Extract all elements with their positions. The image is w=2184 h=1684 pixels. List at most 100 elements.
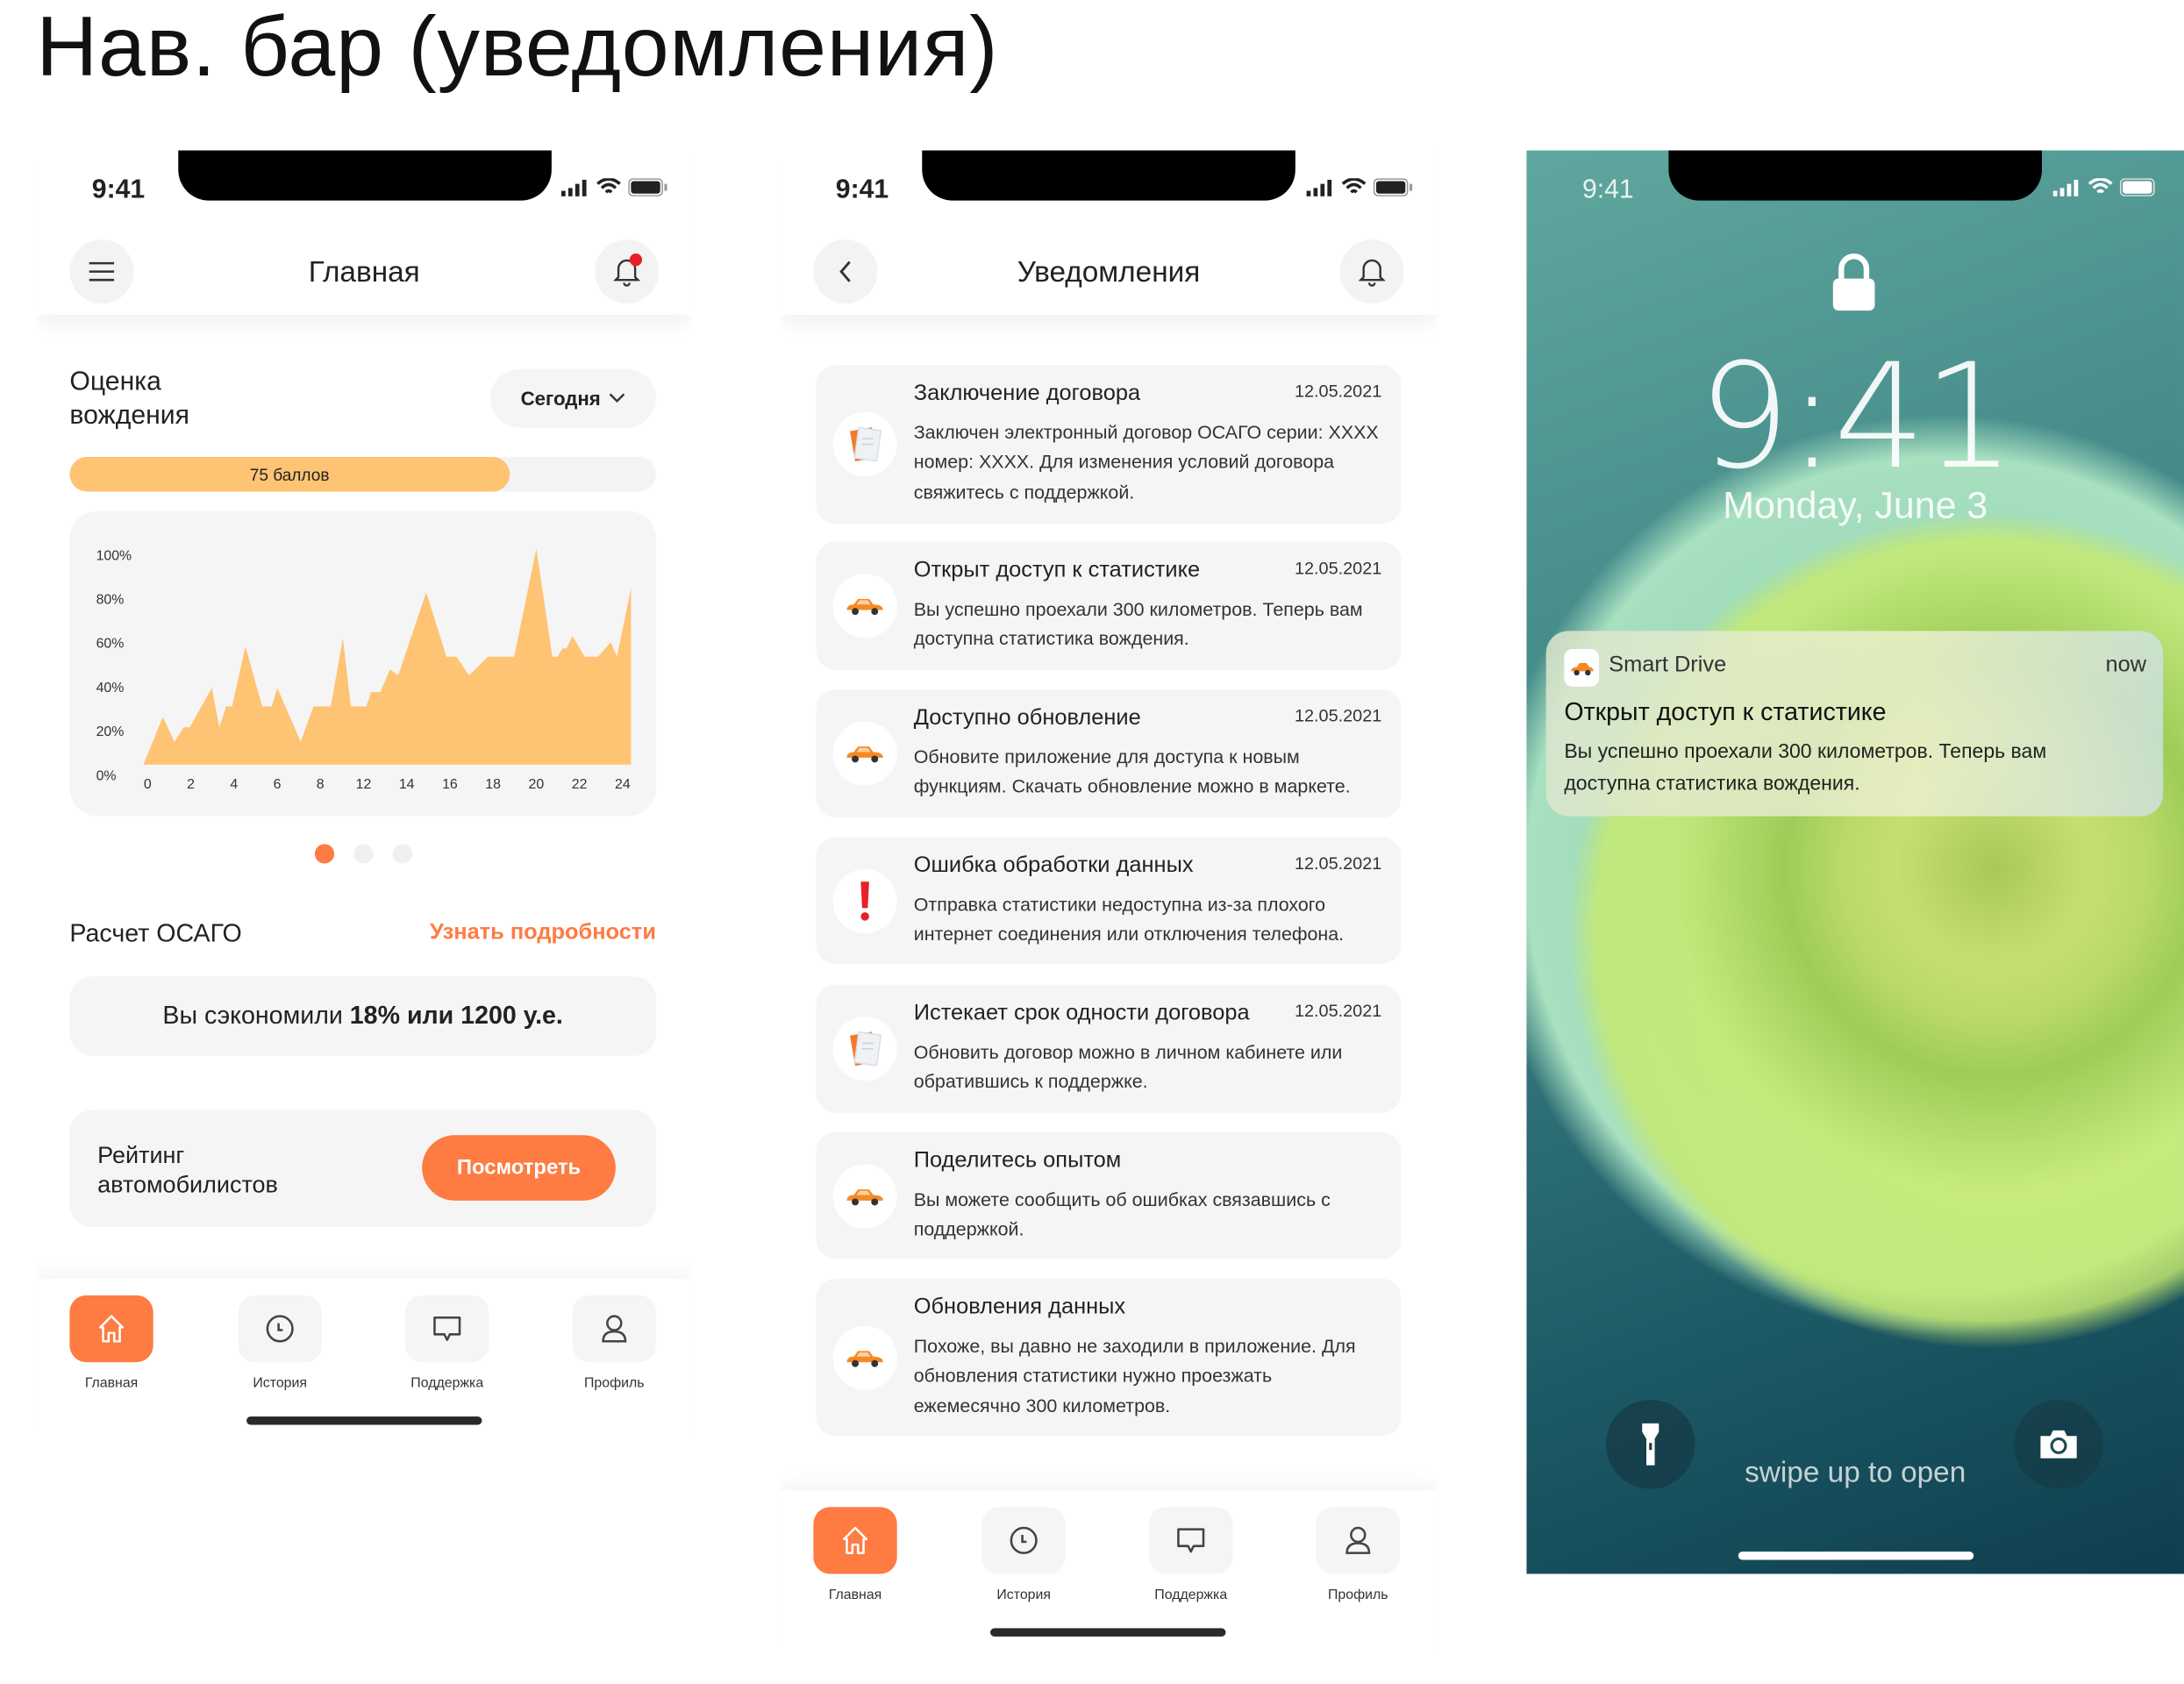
x-tick-label: 8: [317, 777, 325, 792]
score-progress: 75 баллов: [69, 456, 656, 492]
notification-item[interactable]: Заключение договора 12.05.2021 Заключен …: [816, 365, 1402, 524]
bottom-nav: Главная История Поддержка Профиль: [780, 1490, 1438, 1651]
notification-item[interactable]: Открыт доступ к статистике 12.05.2021 Вы…: [816, 541, 1402, 670]
notification-title: Доступно обновление: [913, 706, 1141, 731]
wifi-icon: [596, 178, 621, 194]
app-name: Smart Drive: [1609, 653, 1727, 677]
home-screen: 9:41 Главная Оценка вождения Сегодня 75 …: [36, 150, 693, 1442]
tab-home[interactable]: Главная: [813, 1507, 897, 1603]
clock-icon: [266, 1315, 294, 1343]
y-tick-label: 100%: [96, 548, 132, 563]
tab-tile: [405, 1295, 489, 1363]
car-icon: [846, 1188, 883, 1205]
tab-tile: [238, 1295, 322, 1363]
notification-icon: [832, 1017, 897, 1081]
notification-icon: [832, 721, 897, 786]
y-tick-label: 40%: [96, 681, 125, 696]
tab-user[interactable]: Профиль: [572, 1295, 656, 1391]
tab-clock[interactable]: История: [238, 1295, 322, 1391]
header: 9:41 Уведомления: [780, 150, 1438, 315]
osago-details-link[interactable]: Узнать подробности: [430, 921, 656, 946]
x-tick-label: 16: [442, 777, 458, 792]
notification-title: Заключение договора: [913, 382, 1141, 406]
home-indicator[interactable]: [1738, 1552, 1974, 1560]
lock-date: Monday, June 3: [1723, 484, 1988, 527]
x-tick-label: 14: [399, 777, 415, 792]
camera-icon: [2040, 1430, 2077, 1459]
home-indicator[interactable]: [246, 1416, 482, 1425]
savings-value: 18% или 1200 у.е.: [349, 1001, 563, 1030]
carousel-dot[interactable]: [353, 844, 374, 864]
push-notification[interactable]: Smart Drive now Открыт доступ к статисти…: [1545, 631, 2164, 817]
notification-body: Вы успешно проехали 300 километров. Тепе…: [913, 598, 1363, 650]
notification-date: 12.05.2021: [1294, 853, 1382, 874]
document-icon: [850, 1031, 882, 1067]
notification-item[interactable]: Ошибка обработки данных 12.05.2021 Отпра…: [816, 837, 1402, 964]
notification-body: Обновить договор можно в личном кабинете…: [913, 1041, 1343, 1093]
notification-icon: [832, 868, 897, 933]
car-icon: [1570, 662, 1593, 675]
x-tick-label: 22: [572, 777, 588, 792]
tab-user[interactable]: Профиль: [1316, 1507, 1400, 1603]
y-tick-label: 60%: [96, 637, 125, 652]
x-tick-label: 24: [615, 777, 631, 792]
tab-label: Главная: [84, 1375, 139, 1392]
chart-card: 0% 20% 40% 60% 80% 100% 0 2 4 6 8 12 14 16 18 20 22 24: [69, 510, 656, 817]
lock-screen: 9:41 9:41 Monday, June 3 Smart Drive now…: [1526, 150, 2184, 1574]
score-area-series: [143, 548, 632, 765]
notifications-screen: 9:41 Уведомления Заключение договора 12.…: [780, 150, 1438, 1651]
notification-item[interactable]: Поделитесь опытом Вы можете сообщить об …: [816, 1132, 1402, 1259]
notification-item[interactable]: Доступно обновление 12.05.2021 Обновите …: [816, 689, 1402, 818]
bell-icon: [1358, 259, 1386, 287]
tab-label: История: [996, 1588, 1051, 1603]
notification-title: Поделитесь опытом: [913, 1149, 1122, 1174]
view-ranking-button[interactable]: Посмотреть: [422, 1135, 616, 1201]
notification-date: 12.05.2021: [1294, 558, 1382, 579]
notification-item[interactable]: Истекает срок одности договора 12.05.202…: [816, 984, 1402, 1113]
notifications-button[interactable]: [1339, 239, 1404, 304]
home-indicator[interactable]: [990, 1628, 1226, 1637]
carousel-dot[interactable]: [392, 844, 413, 864]
clock-icon: [1010, 1526, 1038, 1554]
x-tick-label: 4: [230, 777, 238, 792]
tab-label: Поддержка: [1154, 1588, 1228, 1603]
savings-prefix: Вы сэкономили: [162, 1001, 350, 1030]
tab-tile: [1149, 1507, 1233, 1574]
chat-icon: [1177, 1528, 1205, 1553]
battery-icon: [2119, 178, 2155, 196]
notification-body: Вы можете сообщить об ошибках связавшись…: [913, 1189, 1331, 1240]
notification-body: Обновите приложение для доступа к новым …: [913, 746, 1351, 797]
carousel-dot-active[interactable]: [314, 844, 335, 864]
notification-body: Вы успешно проехали 300 километров. Тепе…: [1564, 740, 2047, 796]
notch: [1668, 150, 2043, 201]
signal-icon: [560, 179, 587, 196]
score-label: 75 баллов: [249, 464, 330, 484]
home-icon: [843, 1526, 868, 1554]
wifi-icon: [1341, 178, 1367, 194]
tab-tile: [813, 1507, 897, 1574]
notification-time: now: [2105, 653, 2147, 677]
lock-time: 9:41: [1698, 331, 2015, 502]
screen-title: Главная: [308, 256, 420, 289]
tab-chat[interactable]: Поддержка: [1149, 1507, 1233, 1603]
notification-title: Открыт доступ к статистике: [913, 558, 1201, 582]
notification-icon: [832, 1163, 897, 1228]
notification-item[interactable]: Обновления данных Похоже, вы давно не за…: [816, 1278, 1402, 1437]
x-tick-label: 12: [356, 777, 372, 792]
tab-label: Поддержка: [410, 1375, 484, 1392]
unread-badge: [629, 253, 643, 267]
lock-icon: [1832, 253, 1875, 311]
tab-home[interactable]: Главная: [69, 1295, 153, 1391]
battery-icon: [628, 178, 667, 196]
notifications-button[interactable]: [595, 239, 660, 304]
score-progress-fill: 75 баллов: [69, 456, 510, 492]
ranking-label: Рейтинг автомобилистов: [97, 1142, 278, 1198]
y-tick-label: 20%: [96, 724, 125, 739]
tab-chat[interactable]: Поддержка: [405, 1295, 489, 1391]
tab-clock[interactable]: История: [981, 1507, 1066, 1603]
battery-icon: [1373, 178, 1413, 196]
period-dropdown[interactable]: Сегодня: [489, 368, 656, 428]
swipe-hint: swipe up to open: [1745, 1457, 1966, 1489]
y-tick-label: 80%: [96, 593, 125, 608]
notification-date: 12.05.2021: [1294, 382, 1382, 402]
